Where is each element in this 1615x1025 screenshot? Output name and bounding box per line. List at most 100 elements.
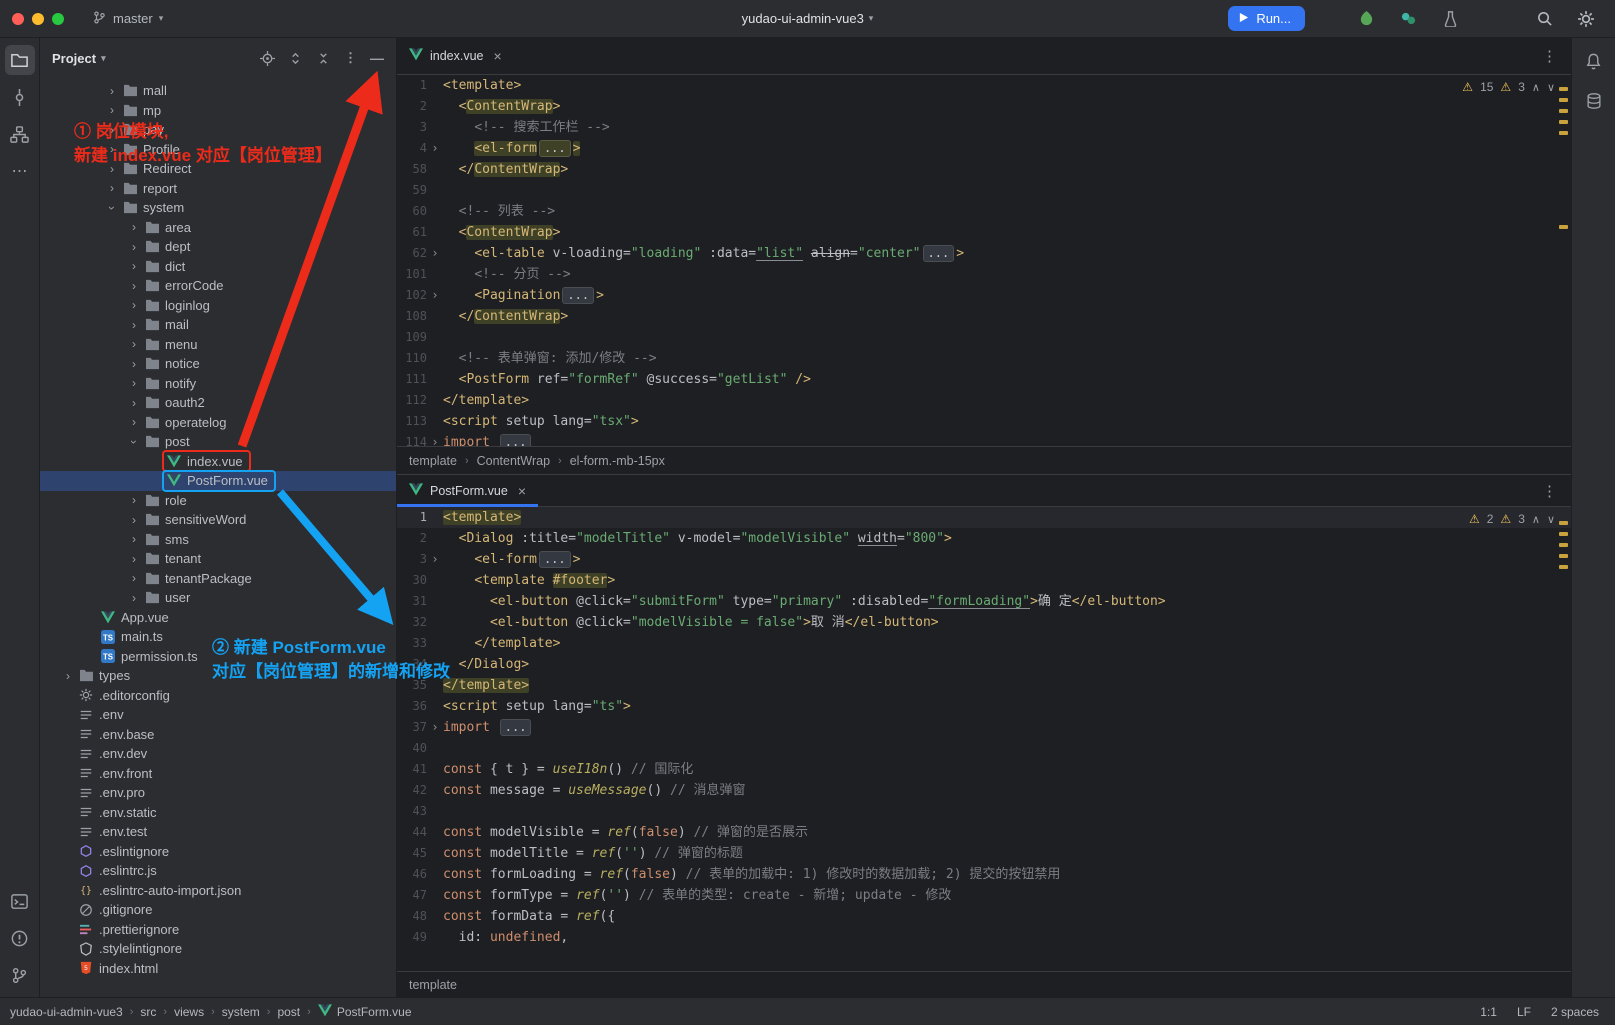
close-tab-icon[interactable]: × <box>494 48 502 64</box>
code-line[interactable]: 44const modelVisible = ref(false) // 弹窗的… <box>397 822 1571 843</box>
collapse-all-icon[interactable] <box>316 51 331 66</box>
breadcrumb-item[interactable]: el-form.-mb-15px <box>570 454 665 468</box>
tree-chevron-icon[interactable]: › <box>126 572 142 584</box>
code-line[interactable]: 110 <!-- 表单弹窗: 添加/修改 --> <box>397 348 1571 369</box>
git-branch-widget[interactable]: master ▾ <box>84 6 171 32</box>
code-line[interactable]: 59 <box>397 180 1571 201</box>
prev-issue-icon[interactable]: ∧ <box>1532 513 1540 526</box>
tree-item-user[interactable]: ›user <box>40 588 396 608</box>
tree-chevron-icon[interactable]: › <box>104 182 120 194</box>
code-line[interactable]: 45const modelTitle = ref('') // 弹窗的标题 <box>397 843 1571 864</box>
tab-options-icon[interactable]: ⋮ <box>1542 47 1557 65</box>
line-ending[interactable]: LF <box>1517 1005 1531 1019</box>
tree-chevron-icon[interactable]: › <box>126 358 142 370</box>
code-line[interactable]: 35</template> <box>397 675 1571 696</box>
code-line[interactable]: 30 <template #footer> <box>397 570 1571 591</box>
code-line[interactable]: 34 </Dialog> <box>397 654 1571 675</box>
code-line[interactable]: 109 <box>397 327 1571 348</box>
inspection-widget[interactable]: ⚠ 15 ⚠ 3 ∧ ∨ <box>1462 80 1555 94</box>
tree-item-.eslintrc.js[interactable]: .eslintrc.js <box>40 861 396 881</box>
tree-item-.env.pro[interactable]: .env.pro <box>40 783 396 803</box>
code-line[interactable]: 108 </ContentWrap> <box>397 306 1571 327</box>
tree-chevron-icon[interactable]: › <box>126 241 142 253</box>
tree-chevron-icon[interactable]: › <box>104 124 120 136</box>
tree-item-menu[interactable]: ›menu <box>40 335 396 355</box>
tree-item-index.html[interactable]: 5index.html <box>40 959 396 979</box>
tree-item-sms[interactable]: ›sms <box>40 530 396 550</box>
tree-item-notify[interactable]: ›notify <box>40 374 396 394</box>
code-line[interactable]: 114›import ... <box>397 432 1571 446</box>
code-line[interactable]: 49 id: undefined, <box>397 927 1571 948</box>
tree-chevron-icon[interactable]: › <box>104 143 120 155</box>
locate-file-icon[interactable] <box>260 51 275 66</box>
code-line[interactable]: 36<script setup lang="ts"> <box>397 696 1571 717</box>
path-item[interactable]: src <box>140 1005 156 1019</box>
next-issue-icon[interactable]: ∨ <box>1547 513 1555 526</box>
code-line[interactable]: 101 <!-- 分页 --> <box>397 264 1571 285</box>
settings-icon[interactable] <box>1573 6 1599 32</box>
hide-panel-icon[interactable]: — <box>370 50 384 66</box>
caret-position[interactable]: 1:1 <box>1480 1005 1497 1019</box>
tool-structure-icon[interactable] <box>5 119 35 149</box>
tree-chevron-icon[interactable]: › <box>126 338 142 350</box>
tree-item-Profile[interactable]: ›Profile <box>40 140 396 160</box>
code-line[interactable]: 41const { t } = useI18n() // 国际化 <box>397 759 1571 780</box>
tree-item-role[interactable]: ›role <box>40 491 396 511</box>
code-line[interactable]: 33 </template> <box>397 633 1571 654</box>
path-item[interactable]: views <box>174 1005 204 1019</box>
notifications-icon[interactable] <box>1579 46 1609 76</box>
tab-index-vue[interactable]: index.vue × <box>397 38 514 74</box>
code-line[interactable]: 3 <!-- 搜索工作栏 --> <box>397 117 1571 138</box>
tree-chevron-icon[interactable]: › <box>126 416 142 428</box>
code-line[interactable]: 102› <Pagination...> <box>397 285 1571 306</box>
tree-item-types[interactable]: ›types <box>40 666 396 686</box>
tree-chevron-icon[interactable]: › <box>126 533 142 545</box>
tree-item-.eslintrc-auto-import.json[interactable]: {}.eslintrc-auto-import.json <box>40 881 396 901</box>
run-button[interactable]: Run... <box>1228 6 1305 31</box>
tree-item-.env.test[interactable]: .env.test <box>40 822 396 842</box>
tree-chevron-icon[interactable]: › <box>126 319 142 331</box>
project-view-selector[interactable]: Project ▾ <box>52 51 106 66</box>
code-line[interactable]: 2 <Dialog :title="modelTitle" v-model="m… <box>397 528 1571 549</box>
tool-more-icon[interactable]: ⋯ <box>5 156 35 186</box>
tree-chevron-icon[interactable]: › <box>126 397 142 409</box>
code-line[interactable]: 2 <ContentWrap> <box>397 96 1571 117</box>
tree-chevron-icon[interactable]: › <box>126 280 142 292</box>
tree-item-area[interactable]: ›area <box>40 218 396 238</box>
code-line[interactable]: 42const message = useMessage() // 消息弹窗 <box>397 780 1571 801</box>
tree-item-.gitignore[interactable]: .gitignore <box>40 900 396 920</box>
tool-project-icon[interactable] <box>5 45 35 75</box>
code-editor[interactable]: 1<template>2 <Dialog :title="modelTitle"… <box>397 507 1571 971</box>
code-line[interactable]: 113<script setup lang="tsx"> <box>397 411 1571 432</box>
fold-marker-icon[interactable]: › <box>427 138 443 159</box>
next-issue-icon[interactable]: ∨ <box>1547 81 1555 94</box>
tree-item-index.vue[interactable]: index.vue <box>40 452 396 472</box>
code-line[interactable]: 3› <el-form...> <box>397 549 1571 570</box>
close-tab-icon[interactable]: × <box>518 483 526 499</box>
code-line[interactable]: 43 <box>397 801 1571 822</box>
close-window-button[interactable] <box>12 13 24 25</box>
code-line[interactable]: 1<template> <box>397 75 1571 96</box>
code-line[interactable]: 61 <ContentWrap> <box>397 222 1571 243</box>
tree-chevron-icon[interactable]: › <box>126 494 142 506</box>
path-item[interactable]: yudao-ui-admin-vue3 <box>10 1005 123 1019</box>
tree-chevron-icon[interactable]: › <box>126 299 142 311</box>
search-icon[interactable] <box>1531 6 1557 32</box>
tree-item-permission.ts[interactable]: TSpermission.ts <box>40 647 396 667</box>
tree-item-pay[interactable]: ›pay <box>40 120 396 140</box>
code-line[interactable]: 47const formType = ref('') // 表单的类型: cre… <box>397 885 1571 906</box>
tree-chevron-icon[interactable]: › <box>104 104 120 116</box>
tree-item-.eslintignore[interactable]: .eslintignore <box>40 842 396 862</box>
plugin-drop-icon[interactable] <box>1395 6 1421 32</box>
zoom-window-button[interactable] <box>52 13 64 25</box>
code-line[interactable]: 4› <el-form...> <box>397 138 1571 159</box>
path-item[interactable]: post <box>277 1005 300 1019</box>
minimize-window-button[interactable] <box>32 13 44 25</box>
tree-item-system[interactable]: ›system <box>40 198 396 218</box>
tree-item-App.vue[interactable]: App.vue <box>40 608 396 628</box>
code-line[interactable]: 112</template> <box>397 390 1571 411</box>
breadcrumb-item[interactable]: template <box>409 978 457 992</box>
tree-item-sensitiveWord[interactable]: ›sensitiveWord <box>40 510 396 530</box>
tree-chevron-icon[interactable]: › <box>126 377 142 389</box>
tree-chevron-icon[interactable]: › <box>106 200 118 216</box>
